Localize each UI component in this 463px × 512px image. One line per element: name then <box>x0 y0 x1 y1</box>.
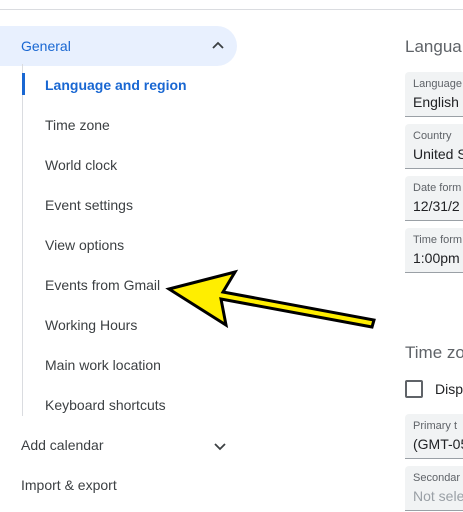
sidebar-item-time-zone[interactable]: Time zone <box>45 117 110 133</box>
sidebar-item-general[interactable]: General <box>0 26 237 66</box>
settings-sidebar: General Language and region Time zone Wo… <box>0 0 250 512</box>
sidebar-item-view-options[interactable]: View options <box>45 237 124 253</box>
chevron-down-icon[interactable] <box>212 438 228 454</box>
sidebar-item-world-clock[interactable]: World clock <box>45 157 117 173</box>
primary-timezone-field[interactable]: Primary t (GMT-05 <box>405 414 463 459</box>
secondary-timezone-field-value: Not sele <box>413 488 463 504</box>
date-format-field-label: Date form <box>413 182 462 194</box>
sidebar-item-event-settings[interactable]: Event settings <box>45 197 133 213</box>
secondary-timezone-field[interactable]: Secondar Not sele <box>405 466 463 511</box>
sidebar-item-main-work-location[interactable]: Main work location <box>45 357 161 373</box>
sidebar-item-add-calendar[interactable]: Add calendar <box>21 437 104 453</box>
timezone-section-title: Time zo <box>405 343 463 362</box>
settings-content: Langua Language English Country United S… <box>395 0 463 512</box>
country-field-value: United S <box>413 146 463 162</box>
language-field-value: English <box>413 94 459 110</box>
country-field[interactable]: Country United S <box>405 124 463 169</box>
primary-timezone-field-value: (GMT-05 <box>413 436 463 452</box>
secondary-timezone-field-label: Secondar <box>413 472 461 484</box>
language-section-title: Langua <box>405 37 462 56</box>
time-format-field[interactable]: Time form 1:00pm <box>405 228 463 273</box>
sidebar-item-working-hours[interactable]: Working Hours <box>45 317 137 333</box>
sidebar-item-keyboard-shortcuts[interactable]: Keyboard shortcuts <box>45 397 166 413</box>
display-secondary-timezone-label: Disp <box>435 381 463 397</box>
sidebar-item-language-and-region[interactable]: Language and region <box>45 77 187 93</box>
date-format-field-value: 12/31/2 <box>413 198 460 214</box>
primary-timezone-field-label: Primary t <box>413 420 457 432</box>
country-field-label: Country <box>413 130 452 142</box>
date-format-field[interactable]: Date form 12/31/2 <box>405 176 463 221</box>
subnav-active-indicator <box>22 73 25 95</box>
time-format-field-value: 1:00pm <box>413 250 460 266</box>
sidebar-item-import-export[interactable]: Import & export <box>21 477 117 493</box>
chevron-up-icon[interactable] <box>210 38 226 54</box>
display-secondary-timezone-checkbox[interactable] <box>405 380 423 398</box>
sidebar-item-events-from-gmail[interactable]: Events from Gmail <box>45 277 160 293</box>
time-format-field-label: Time form <box>413 234 463 246</box>
language-field-label: Language <box>413 78 462 90</box>
sidebar-item-general-label: General <box>21 38 71 54</box>
subnav-divider <box>22 64 23 416</box>
language-field[interactable]: Language English <box>405 72 463 117</box>
